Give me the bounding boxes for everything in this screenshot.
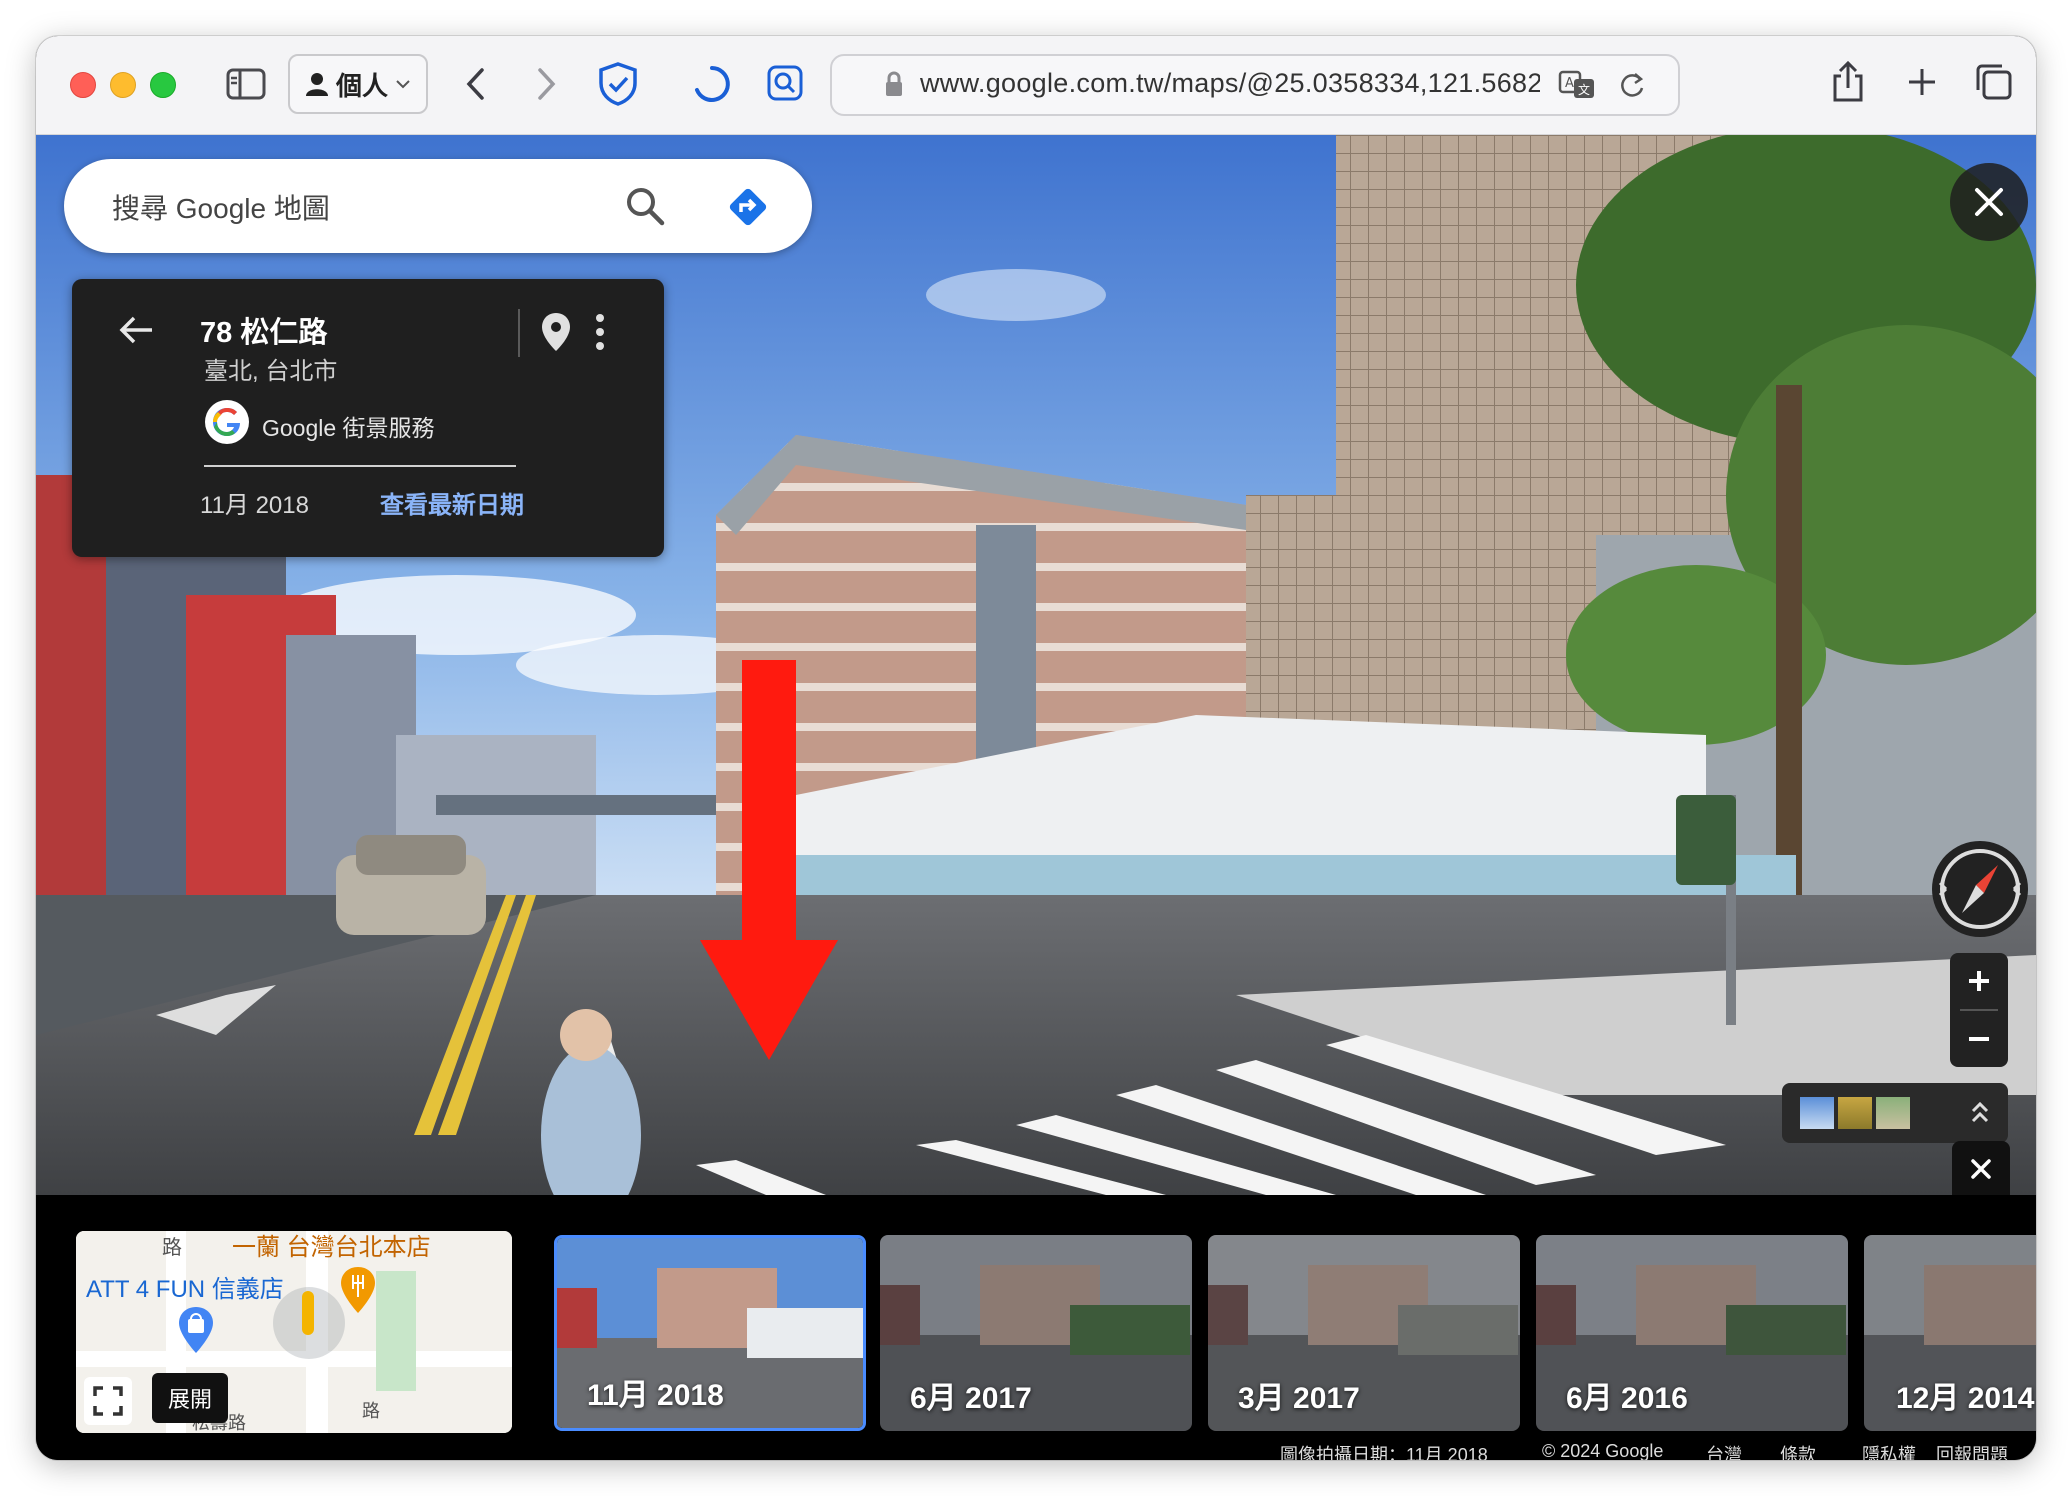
footer-privacy-link[interactable]: 隱私權: [1862, 1441, 1916, 1460]
person-icon: [305, 73, 328, 96]
shield-icon[interactable]: [594, 58, 642, 110]
chevron-down-icon: [396, 80, 410, 89]
fullscreen-icon: [93, 1386, 123, 1416]
footer-terms-link[interactable]: 條款: [1780, 1441, 1816, 1460]
profile-button[interactable]: 個人: [288, 54, 428, 114]
map-footer: 圖像拍攝日期：11月 2018 © 2024 Google 台灣 條款 隱私權 …: [36, 1441, 2036, 1460]
map-road-label: 路: [162, 1237, 182, 1259]
back-arrow-icon[interactable]: [118, 315, 154, 345]
footer-region[interactable]: 台灣: [1706, 1441, 1742, 1460]
map-label-restaurant: 一蘭 台灣台北本店: [232, 1234, 431, 1261]
compass-control[interactable]: [1932, 841, 2028, 937]
search-box[interactable]: 搜尋 Google 地圖: [64, 159, 812, 253]
restaurant-pin-icon: [341, 1267, 375, 1313]
sidebar-toggle-icon[interactable]: [224, 64, 268, 104]
lock-icon: [886, 71, 902, 96]
svg-text:文: 文: [1578, 82, 1590, 97]
annotation-arrow-shaft: [742, 660, 796, 940]
map-road-label-right: 路: [362, 1401, 380, 1421]
browser-window: 個人 www.google.com.tw/maps/@25.0358334,12…: [36, 36, 2036, 1460]
layers-control[interactable]: [1782, 1083, 2008, 1143]
layer-thumb-field: [1838, 1097, 1872, 1129]
card-divider: [518, 309, 520, 357]
address-bar[interactable]: www.google.com.tw/maps/@25.0358334,121.5…: [830, 54, 1680, 116]
layer-thumb-sky: [1800, 1097, 1834, 1129]
timeline-thumb-2018-11[interactable]: 11月 2018: [554, 1235, 866, 1431]
shopping-pin-icon: [179, 1307, 213, 1353]
url-text: www.google.com.tw/maps/@25.0358334,121.5…: [920, 68, 1540, 98]
mini-map[interactable]: 一蘭 台灣台北本店 ATT 4 FUN 信義店 路 松壽路 路 展開: [76, 1231, 512, 1433]
back-nav-icon[interactable]: [456, 62, 496, 106]
plus-icon: [1969, 971, 1989, 991]
see-latest-date-link[interactable]: 查看最新日期: [380, 485, 524, 520]
timeline-thumb-2017-06[interactable]: 6月 2017: [880, 1235, 1192, 1431]
forward-nav-icon[interactable]: [526, 62, 566, 106]
footer-capture-date: 圖像拍攝日期：11月 2018: [1280, 1445, 1488, 1460]
timeline-thumb-2014-12[interactable]: 12月 2014: [1864, 1235, 2036, 1431]
footer-copyright: © 2024 Google: [1542, 1441, 1664, 1460]
compass-icon: [1938, 849, 2022, 929]
zoom-window-button[interactable]: [150, 72, 176, 98]
thumb-date-label: 6月 2017: [910, 1382, 1032, 1415]
location-pin-icon[interactable]: [540, 311, 572, 353]
svg-text:A: A: [1565, 76, 1574, 91]
location-subtitle: 臺北, 台北市: [204, 358, 338, 385]
maps-content: 搜尋 Google 地圖 78 松仁路 臺北, 台北市 Google 街景服務 …: [36, 135, 2036, 1460]
close-street-view-button[interactable]: [1950, 163, 2028, 241]
capture-date: 11月 2018: [200, 492, 309, 519]
map-label-mall: ATT 4 FUN 信義店: [86, 1276, 284, 1303]
footer-report-link[interactable]: 回報問題: [1936, 1441, 2008, 1460]
google-logo-icon: [205, 400, 249, 444]
profile-label: 個人: [335, 70, 388, 101]
card-divider-line: [204, 465, 516, 467]
thumb-date-label: 3月 2017: [1238, 1382, 1360, 1415]
close-timeline-button[interactable]: [1952, 1141, 2010, 1197]
chevron-up-icon: [1971, 1101, 1989, 1123]
layer-thumb-terrain: [1876, 1097, 1910, 1129]
search-icon[interactable]: [624, 185, 666, 227]
expand-map-button[interactable]: 展開: [152, 1373, 228, 1423]
search-extension-icon[interactable]: [762, 60, 808, 106]
imagery-provider: Google 街景服務: [262, 415, 435, 441]
browser-toolbar: 個人 www.google.com.tw/maps/@25.0358334,12…: [36, 36, 2036, 135]
close-window-button[interactable]: [70, 72, 96, 98]
share-icon[interactable]: [1826, 56, 1870, 108]
timeline-thumb-2017-03[interactable]: 3月 2017: [1208, 1235, 1520, 1431]
fullscreen-map-button[interactable]: [84, 1377, 132, 1425]
close-icon: [1971, 1159, 1991, 1179]
zoom-control: [1950, 953, 2008, 1067]
reload-icon[interactable]: [1618, 70, 1646, 100]
timeline-filmstrip: 一蘭 台灣台北本店 ATT 4 FUN 信義店 路 松壽路 路 展開 11月 2…: [36, 1195, 2036, 1460]
location-info-card: 78 松仁路 臺北, 台北市 Google 街景服務 11月 2018 查看最新…: [72, 279, 664, 557]
zoom-out-button[interactable]: [1950, 1011, 2008, 1067]
loading-spinner-icon: [688, 60, 736, 108]
thumb-date-label: 11月 2018: [587, 1379, 724, 1412]
close-icon: [1975, 188, 2003, 216]
more-options-icon[interactable]: [594, 313, 606, 351]
search-input[interactable]: 搜尋 Google 地圖: [112, 187, 330, 227]
minimize-window-button[interactable]: [110, 72, 136, 98]
thumb-date-label: 12月 2014: [1896, 1382, 2035, 1415]
translate-icon[interactable]: A文: [1558, 70, 1596, 100]
thumb-date-label: 6月 2016: [1566, 1382, 1688, 1415]
zoom-in-button[interactable]: [1950, 953, 2008, 1009]
new-tab-icon[interactable]: [1900, 60, 1944, 104]
tab-overview-icon[interactable]: [1970, 58, 2018, 106]
location-title: 78 松仁路: [200, 317, 328, 349]
minus-icon: [1969, 1037, 1989, 1041]
timeline-thumb-2016-06[interactable]: 6月 2016: [1536, 1235, 1848, 1431]
directions-icon[interactable]: [724, 183, 772, 231]
